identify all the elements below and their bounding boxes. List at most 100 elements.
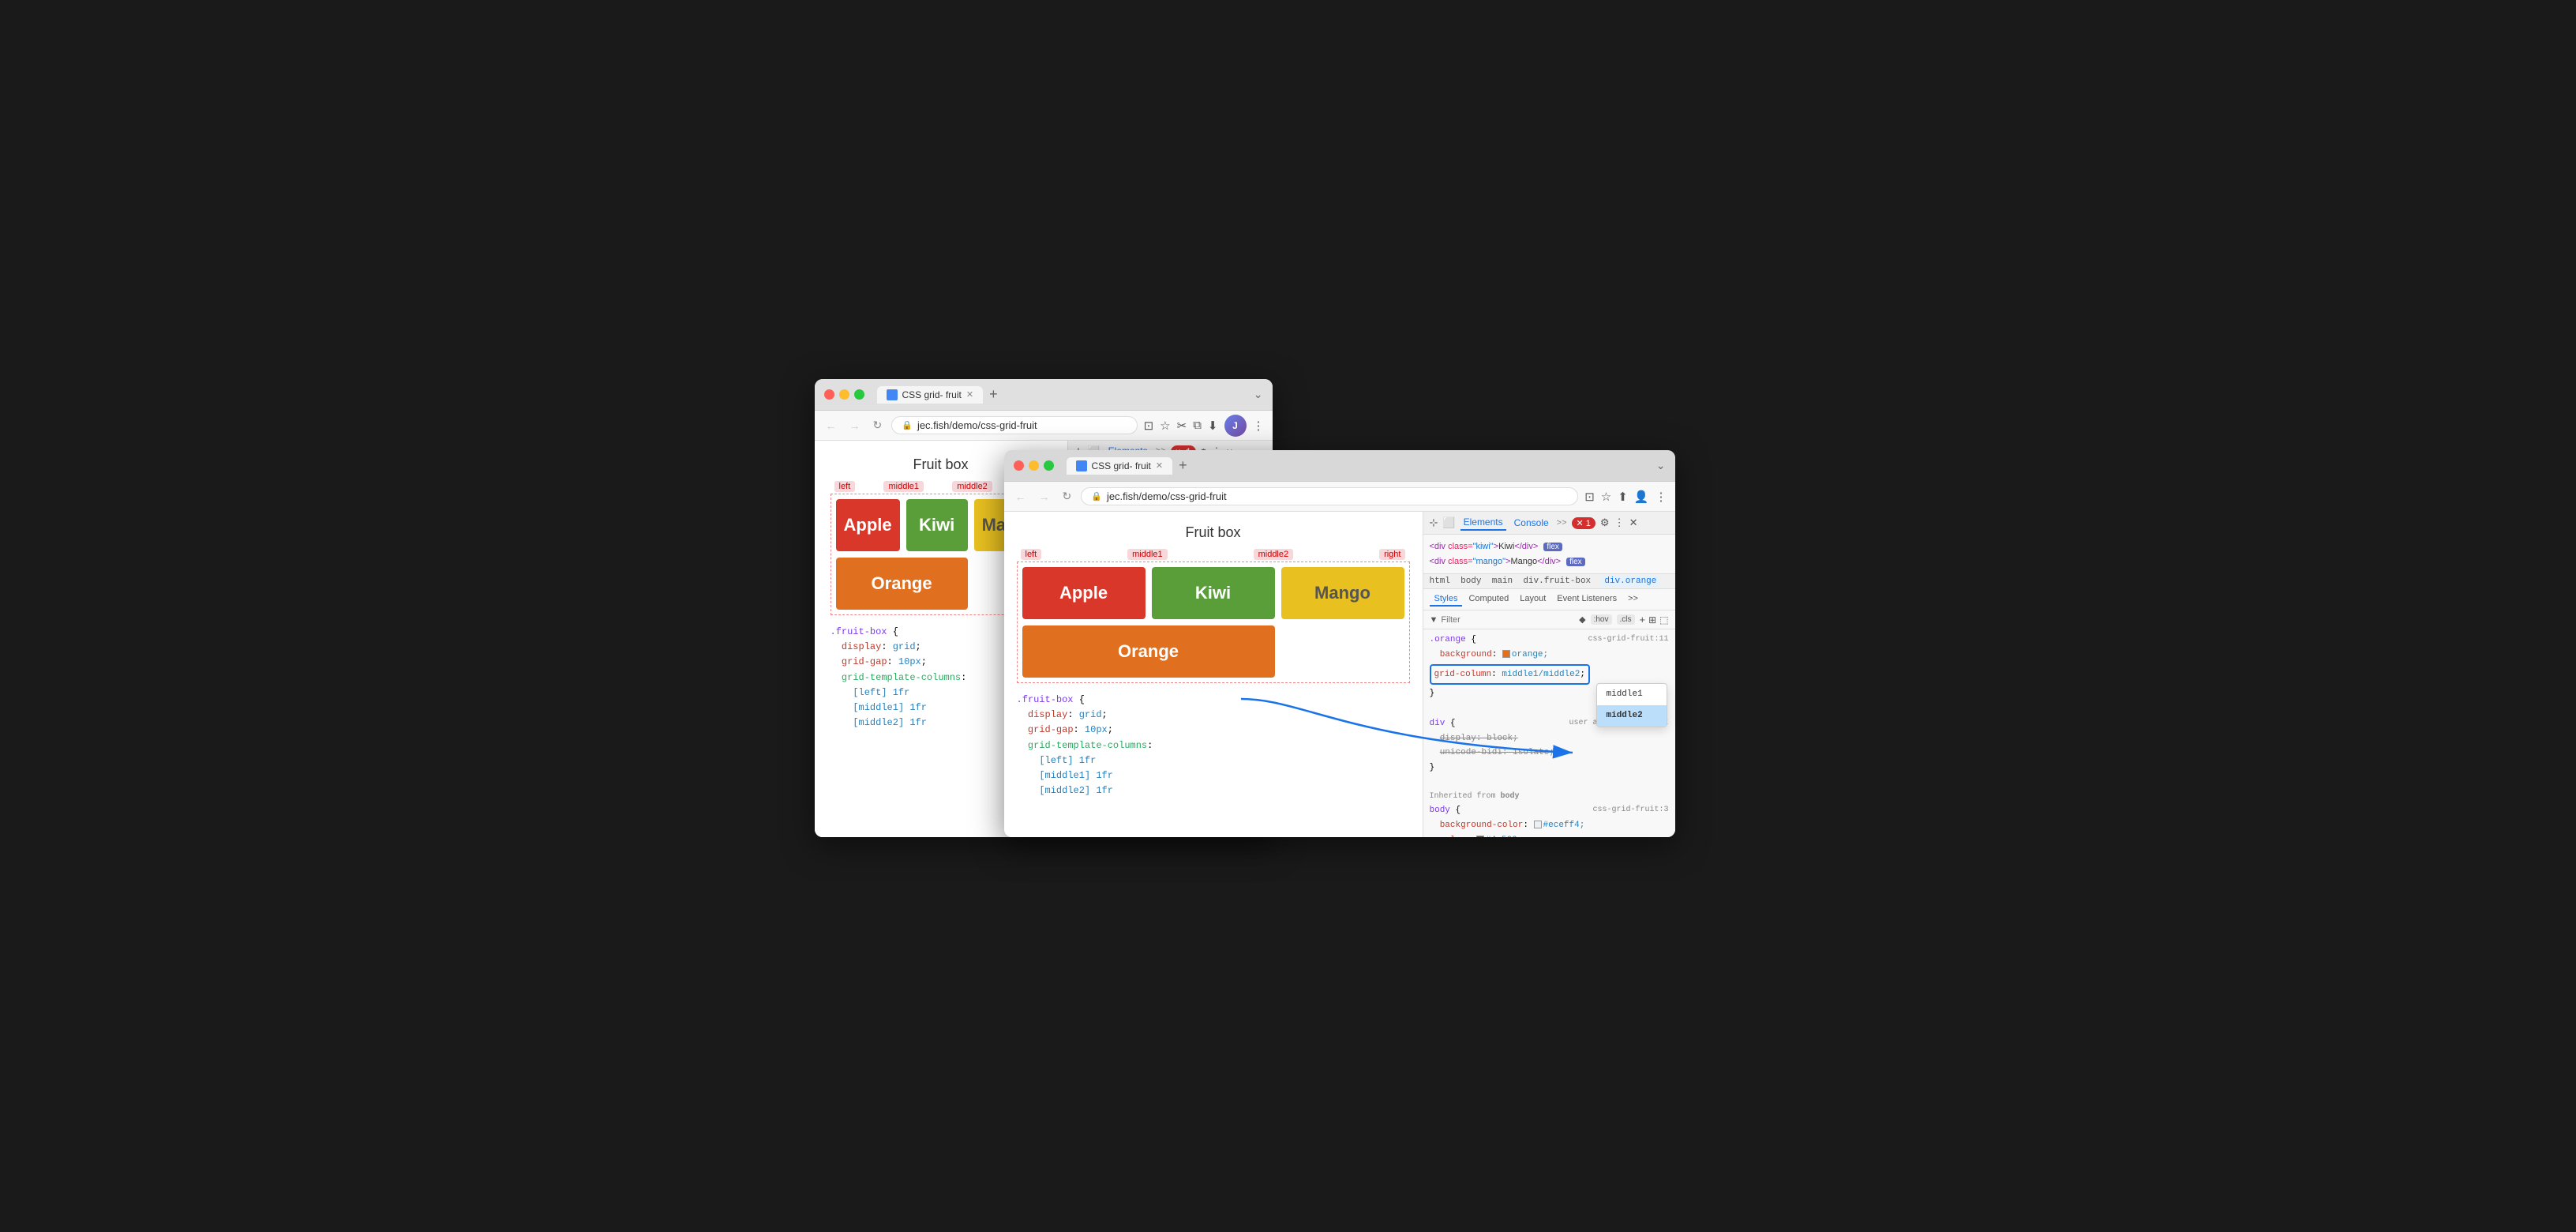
fruit-grid-front: Apple Kiwi Mango Orange bbox=[1017, 562, 1410, 683]
breadcrumb-body-front[interactable]: body bbox=[1460, 577, 1481, 586]
diamond-icon: ◆ bbox=[1579, 614, 1585, 625]
apple-cell-back: Apple bbox=[836, 499, 900, 551]
devtools-settings-icon-front[interactable]: ⚙ bbox=[1600, 516, 1610, 529]
new-tab-button-back[interactable]: + bbox=[989, 386, 998, 403]
grid-label-left-back: left bbox=[834, 481, 856, 492]
back-button-back[interactable]: ← bbox=[823, 418, 840, 434]
page-front: Fruit box left middle1 middle2 right App… bbox=[1004, 512, 1423, 837]
close-button-back[interactable] bbox=[824, 389, 834, 400]
tab-favicon-back bbox=[887, 389, 898, 400]
orange-cell-front: Orange bbox=[1022, 625, 1275, 678]
cast-icon[interactable]: ⊡ bbox=[1144, 419, 1154, 433]
autocomplete-item-middle1[interactable]: middle1 bbox=[1597, 684, 1667, 705]
tab-menu-back[interactable]: ⌄ bbox=[1254, 388, 1263, 401]
maximize-button-front[interactable] bbox=[1044, 460, 1054, 471]
filter-bar-front: ▼ ◆ :hov .cls + ⊞ ⬚ bbox=[1423, 610, 1675, 629]
maximize-button-back[interactable] bbox=[854, 389, 864, 400]
profile-icon-front[interactable]: 👤 bbox=[1634, 490, 1649, 504]
devtools-console-tab-front[interactable]: Console bbox=[1511, 516, 1552, 530]
active-tab-front[interactable]: CSS grid- fruit ✕ bbox=[1067, 457, 1173, 475]
tab-close-front[interactable]: ✕ bbox=[1156, 460, 1163, 471]
eventlisteners-tab-front[interactable]: Event Listeners bbox=[1552, 592, 1622, 607]
url-bar-front[interactable]: 🔒 jec.fish/demo/css-grid-fruit bbox=[1081, 487, 1578, 505]
user-avatar-back[interactable]: J bbox=[1224, 415, 1247, 437]
devtools-error-front: ✕ 1 bbox=[1572, 517, 1595, 529]
reload-button-back[interactable]: ↻ bbox=[870, 417, 886, 434]
grid-label-middle2-back: middle2 bbox=[952, 481, 992, 492]
back-button-front[interactable]: ← bbox=[1012, 489, 1029, 505]
forward-button-front[interactable]: → bbox=[1036, 489, 1053, 505]
breadcrumb-html-front[interactable]: html bbox=[1430, 577, 1450, 586]
download-icon[interactable]: ⬇ bbox=[1208, 419, 1218, 433]
address-bar-front: ← → ↻ 🔒 jec.fish/demo/css-grid-fruit ⊡ ☆… bbox=[1004, 482, 1675, 512]
breadcrumb-main-front[interactable]: main bbox=[1492, 577, 1513, 586]
minimize-button-back[interactable] bbox=[839, 389, 849, 400]
scissors-icon[interactable]: ✂ bbox=[1177, 419, 1187, 433]
fruit-box-title-front: Fruit box bbox=[1017, 524, 1410, 541]
minimize-button-front[interactable] bbox=[1029, 460, 1039, 471]
breadcrumb-orange-front[interactable]: div.orange bbox=[1601, 576, 1659, 587]
menu-icon-front[interactable]: ⋮ bbox=[1655, 490, 1667, 504]
traffic-lights-front bbox=[1014, 460, 1054, 471]
tab-close-back[interactable]: ✕ bbox=[966, 389, 973, 400]
devtools-inspect-icon-front[interactable]: ⊹ bbox=[1430, 516, 1438, 529]
breadcrumb-fruitbox-front[interactable]: div.fruit-box bbox=[1523, 577, 1591, 586]
bookmark-icon-front[interactable]: ☆ bbox=[1601, 490, 1611, 504]
url-text-back: jec.fish/demo/css-grid-fruit bbox=[917, 419, 1037, 431]
filter-icon-front: ▼ bbox=[1430, 615, 1438, 625]
active-tab-back[interactable]: CSS grid- fruit ✕ bbox=[877, 386, 984, 404]
inspect-style-btn[interactable]: ⬚ bbox=[1659, 614, 1668, 625]
grid-label-right-front: right bbox=[1379, 549, 1405, 560]
grid-labels-front: left middle1 middle2 right bbox=[1017, 549, 1410, 560]
devtools-elements-tab-front[interactable]: Elements bbox=[1460, 515, 1506, 531]
forward-button-back[interactable]: → bbox=[846, 418, 864, 434]
rule-source-1: css-grid-fruit:11 bbox=[1588, 633, 1668, 646]
devtools-overflow-front[interactable]: ⋮ bbox=[1614, 516, 1625, 529]
extension-icon[interactable]: ⧉ bbox=[1193, 419, 1202, 432]
devtools-device-icon-front[interactable]: ⬜ bbox=[1442, 516, 1455, 529]
styles-tab-front[interactable]: Styles bbox=[1430, 592, 1463, 607]
rule-source-body: css-grid-fruit:3 bbox=[1592, 803, 1668, 817]
grid-column-highlight-front[interactable]: grid-column: middle1/middle2; bbox=[1430, 664, 1590, 685]
devtools-more-tabs-front[interactable]: >> bbox=[1557, 518, 1567, 528]
tab-title-back: CSS grid- fruit bbox=[902, 389, 962, 400]
kiwi-cell-front: Kiwi bbox=[1152, 567, 1275, 619]
address-bar-back: ← → ↻ 🔒 jec.fish/demo/css-grid-fruit ⊡ ☆… bbox=[815, 411, 1273, 441]
inherited-label-front: Inherited from body bbox=[1430, 790, 1669, 803]
grid-label-middle1-front: middle1 bbox=[1127, 549, 1168, 560]
share-icon-front[interactable]: ⬆ bbox=[1618, 490, 1628, 504]
lock-icon-front: 🔒 bbox=[1091, 491, 1102, 501]
orange-cell-back: Orange bbox=[836, 558, 968, 610]
reload-button-front[interactable]: ↻ bbox=[1059, 488, 1075, 505]
autocomplete-item-middle2[interactable]: middle2 bbox=[1597, 705, 1667, 727]
toolbar-icons-back: ⊡ ☆ ✂ ⧉ ⬇ J ⋮ bbox=[1144, 415, 1265, 437]
cls-btn-front[interactable]: .cls bbox=[1617, 614, 1635, 625]
devtools-close-front[interactable]: ✕ bbox=[1629, 516, 1638, 529]
close-button-front[interactable] bbox=[1014, 460, 1024, 471]
url-bar-back[interactable]: 🔒 jec.fish/demo/css-grid-fruit bbox=[891, 416, 1137, 434]
tab-title-front: CSS grid- fruit bbox=[1092, 460, 1151, 471]
tab-area-front: CSS grid- fruit ✕ + ⌄ bbox=[1067, 457, 1666, 475]
bookmark-icon-back[interactable]: ☆ bbox=[1160, 419, 1170, 433]
add-style-btn[interactable]: + bbox=[1640, 614, 1646, 625]
styles-content-front: .orange { css-grid-fruit:11 background: … bbox=[1423, 629, 1675, 837]
filter-input-front[interactable] bbox=[1441, 615, 1576, 625]
traffic-lights-back bbox=[824, 389, 864, 400]
devtools-panel-front: ⊹ ⬜ Elements Console >> ✕ 1 ⚙ ⋮ ✕ <div c… bbox=[1423, 512, 1675, 837]
pseudo-btn-front[interactable]: :hov bbox=[1591, 614, 1612, 625]
computed-tab-front[interactable]: Computed bbox=[1464, 592, 1513, 607]
tab-area-back: CSS grid- fruit ✕ + ⌄ bbox=[877, 386, 1263, 404]
menu-icon-back[interactable]: ⋮ bbox=[1253, 419, 1265, 433]
cast-icon-front[interactable]: ⊡ bbox=[1584, 490, 1595, 504]
devtools-toolbar-front: ⊹ ⬜ Elements Console >> ✕ 1 ⚙ ⋮ ✕ bbox=[1423, 512, 1675, 535]
more-tabs-front[interactable]: >> bbox=[1623, 592, 1643, 607]
browser-content-front: Fruit box left middle1 middle2 right App… bbox=[1004, 512, 1675, 837]
tab-menu-front[interactable]: ⌄ bbox=[1656, 459, 1666, 472]
browser-window-front: CSS grid- fruit ✕ + ⌄ ← → ↻ 🔒 jec.fish/d… bbox=[1004, 450, 1675, 837]
css-code-front: .fruit-box { display: grid; grid-gap: 10… bbox=[1017, 693, 1410, 798]
styles-tabs-front: Styles Computed Layout Event Listeners >… bbox=[1423, 589, 1675, 610]
layout-tab-front[interactable]: Layout bbox=[1515, 592, 1550, 607]
new-tab-button-front[interactable]: + bbox=[1179, 457, 1187, 474]
screenshot-container: CSS grid- fruit ✕ + ⌄ ← → ↻ 🔒 jec.fish/d… bbox=[815, 379, 1762, 853]
copy-style-btn[interactable]: ⊞ bbox=[1648, 614, 1656, 625]
